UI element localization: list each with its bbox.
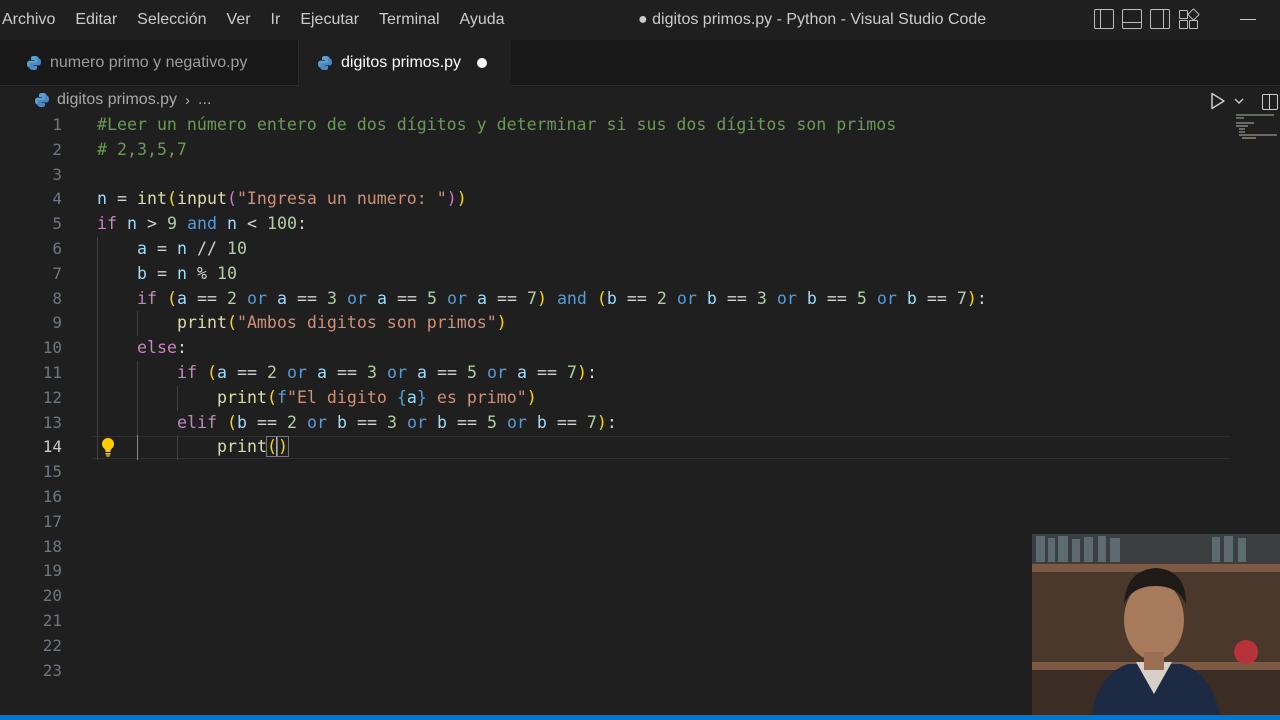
code-text: elif (b == 2 or b == 3 or b == 5 or b ==…: [177, 412, 617, 432]
code-text: a = n // 10: [137, 239, 247, 258]
menu-seleccion[interactable]: Selección: [127, 0, 216, 40]
python-file-icon: [26, 55, 42, 71]
line-number: 6: [52, 239, 62, 258]
run-python-file-icon[interactable]: [1210, 92, 1226, 110]
toggle-panel-icon[interactable]: [1122, 9, 1142, 29]
line-number: 3: [52, 164, 62, 184]
tab-numero-primo-y-negativo[interactable]: numero primo y negativo.py: [0, 40, 299, 85]
tab-digitos-primos[interactable]: digitos primos.py: [299, 40, 511, 86]
menu-editar[interactable]: Editar: [65, 0, 127, 40]
status-bar: [0, 715, 1280, 720]
code-text: print(): [217, 436, 289, 458]
line-number: 4: [52, 189, 62, 209]
line-number: 16: [42, 487, 62, 506]
code-line[interactable]: 8 if (a == 2 or a == 3 or a == 5 or a ==…: [0, 286, 1230, 312]
code-line[interactable]: 7 b = n % 10: [0, 261, 1230, 287]
code-line[interactable]: 12 print(f"El digito {a} es primo"): [0, 385, 1230, 411]
window-title: ● digitos primos.py - Python - Visual St…: [638, 11, 987, 28]
code-line[interactable]: 11 if (a == 2 or a == 3 or a == 5 or a =…: [0, 361, 1230, 386]
line-number: 15: [42, 462, 62, 482]
line-number: 22: [42, 635, 62, 655]
python-file-icon: [34, 92, 50, 108]
code-line[interactable]: 9 print("Ambos digitos son primos"): [0, 311, 1230, 337]
lightbulb-icon[interactable]: [100, 437, 116, 457]
line-number: 2: [52, 139, 62, 159]
code-text: else:: [137, 338, 187, 358]
line-number: 7: [52, 263, 62, 283]
code-text: if n > 9 and n < 100:: [97, 214, 307, 234]
toggle-secondary-sidebar-icon[interactable]: [1150, 9, 1170, 29]
toggle-primary-sidebar-icon[interactable]: [1094, 9, 1114, 29]
tab-label: digitos primos.py: [341, 54, 462, 71]
tab-label: numero primo y negativo.py: [50, 53, 248, 71]
code-line[interactable]: 1 #Leer un número entero de dos dígitos y…: [0, 113, 1230, 138]
breadcrumb: digitos primos.py › ...: [34, 88, 211, 112]
line-number: 5: [52, 214, 62, 234]
line-number: 19: [42, 561, 62, 581]
code-text: if (a == 2 or a == 3 or a == 5 or a == 7…: [177, 363, 597, 382]
code-text: print("Ambos digitos son primos"): [177, 313, 507, 333]
title-bar: Archivo Editar Selección Ver Ir Ejecutar…: [0, 0, 1280, 40]
breadcrumb-file[interactable]: digitos primos.py: [57, 91, 177, 109]
code-line[interactable]: 16: [0, 485, 1230, 510]
line-number: 9: [52, 313, 62, 333]
unsaved-dot-icon[interactable]: [477, 58, 488, 68]
layout-controls: [1094, 8, 1200, 29]
code-line[interactable]: 10 else:: [0, 336, 1230, 361]
chevron-right-icon: ›: [185, 91, 191, 109]
menu-ver[interactable]: Ver: [217, 0, 261, 40]
menu-ir[interactable]: Ir: [261, 0, 291, 40]
line-number: 18: [42, 536, 62, 556]
code-line[interactable]: 15: [0, 460, 1230, 485]
line-number: 20: [42, 586, 62, 606]
menu-bar: Archivo Editar Selección Ver Ir Ejecutar…: [0, 0, 515, 40]
code-line[interactable]: 13 elif (b == 2 or b == 3 or b == 5 or b…: [0, 410, 1230, 436]
code-text: #Leer un número entero de dos dígitos y …: [97, 115, 897, 134]
code-text: n = int(input("Ingresa un numero: ")): [97, 189, 467, 209]
line-number: 17: [42, 511, 62, 531]
line-number: 23: [42, 660, 62, 680]
split-editor-icon[interactable]: [1262, 94, 1278, 110]
line-number: 1: [52, 115, 62, 134]
menu-ejecutar[interactable]: Ejecutar: [290, 0, 369, 40]
minimap[interactable]: [1234, 112, 1278, 142]
code-text: # 2,3,5,7: [97, 139, 187, 159]
breadcrumb-symbol[interactable]: ...: [198, 91, 211, 109]
customize-layout-icon[interactable]: [1178, 8, 1200, 29]
line-number: 10: [42, 338, 62, 358]
chevron-down-icon[interactable]: [1233, 95, 1245, 107]
python-file-icon: [317, 55, 333, 71]
line-number: 12: [42, 387, 62, 407]
line-number: 13: [42, 412, 62, 432]
code-text: print(f"El digito {a} es primo"): [217, 387, 537, 407]
menu-ayuda[interactable]: Ayuda: [450, 0, 515, 40]
code-line[interactable]: 2 # 2,3,5,7: [0, 138, 1230, 163]
code-line[interactable]: 6 a = n // 10: [0, 237, 1230, 262]
webcam-overlay: [1032, 534, 1280, 715]
code-text: b = n % 10: [137, 263, 237, 283]
line-number: 21: [42, 611, 62, 630]
menu-terminal[interactable]: Terminal: [369, 0, 449, 40]
code-line[interactable]: 4 n = int(input("Ingresa un numero: ")): [0, 187, 1230, 212]
line-number: 11: [42, 363, 62, 382]
line-number: 8: [52, 288, 62, 308]
editor-tab-bar: numero primo y negativo.py digitos primo…: [0, 40, 1280, 110]
code-line-current[interactable]: 14 print(): [0, 435, 1230, 461]
code-line[interactable]: 17: [0, 510, 1230, 535]
code-line[interactable]: 3: [0, 163, 1230, 188]
minimize-icon[interactable]: [1240, 19, 1256, 20]
line-number: 14: [42, 437, 62, 457]
menu-archivo[interactable]: Archivo: [0, 0, 65, 40]
code-text: if (a == 2 or a == 3 or a == 5 or a == 7…: [137, 288, 987, 308]
code-line[interactable]: 5 if n > 9 and n < 100:: [0, 212, 1230, 237]
